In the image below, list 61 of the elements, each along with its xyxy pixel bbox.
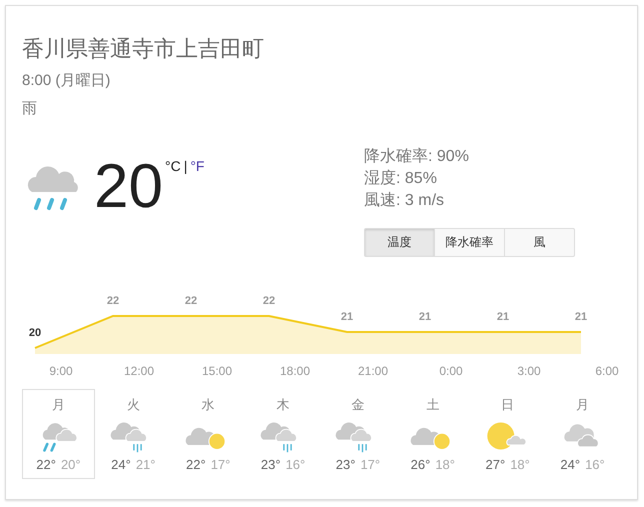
day-forecast[interactable]: 日 27° 18° [471, 389, 544, 479]
data-label: 20 [28, 327, 42, 340]
day-forecast[interactable]: 土 26° 18° [396, 389, 470, 479]
day-name: 金 [351, 396, 364, 414]
low-temperature: 16° [585, 457, 605, 472]
chart-tab[interactable]: 降水確率 [434, 228, 505, 257]
day-forecast[interactable]: 月 24° 16° [546, 389, 619, 479]
time-tick: 9:00 [48, 364, 74, 378]
high-temperature: 24° [560, 457, 580, 472]
fahrenheit-link[interactable]: °F [190, 158, 204, 174]
high-temperature: 22° [36, 457, 56, 472]
high-temperature: 27° [486, 457, 506, 472]
low-temperature: 18° [510, 457, 530, 472]
time-tick: 6:00 [594, 364, 620, 378]
unit-separator: | [184, 158, 188, 174]
time-tick: 0:00 [438, 364, 464, 378]
day-name: 日 [501, 396, 514, 414]
data-label: 22 [262, 295, 276, 308]
data-label: 22 [184, 295, 198, 308]
data-label: 21 [340, 311, 354, 324]
temperature-value: 20 [94, 152, 163, 222]
day-name: 月 [52, 396, 65, 414]
time-tick: 18:00 [278, 364, 312, 378]
high-temperature: 26° [410, 457, 430, 472]
day-forecast[interactable]: 火 24° 21° [96, 389, 170, 479]
weather-detail: 湿度: 85% [364, 168, 438, 189]
day-forecast[interactable]: 水 22° 17° [172, 389, 245, 479]
condition-label: 雨 [22, 99, 38, 119]
chart-tab[interactable]: 風 [504, 228, 575, 257]
celsius-link[interactable]: °C [164, 158, 181, 174]
low-temperature: 18° [435, 457, 455, 472]
time-tick: 12:00 [122, 364, 156, 378]
high-temperature: 23° [260, 457, 281, 472]
low-temperature: 16° [286, 457, 306, 472]
time-label: 8:00 (月曜日) [22, 71, 112, 91]
high-temperature: 22° [186, 457, 206, 472]
day-name: 土 [426, 396, 440, 414]
location-title: 香川県善通寺市上吉田町 [22, 35, 265, 63]
low-temperature: 21° [136, 457, 156, 472]
data-label: 21 [418, 311, 432, 324]
day-name: 月 [576, 396, 590, 414]
day-forecast[interactable]: 金 23° 17° [322, 389, 394, 479]
low-temperature: 17° [360, 457, 380, 472]
low-temperature: 20° [60, 457, 81, 472]
time-tick: 15:00 [200, 364, 234, 378]
time-tick: 3:00 [516, 364, 542, 378]
chart-tab[interactable]: 温度 [364, 228, 435, 257]
weather-detail: 降水確率: 90% [364, 146, 470, 167]
time-tick: 21:00 [356, 364, 390, 378]
day-name: 火 [126, 396, 140, 414]
day-forecast[interactable]: 木 23° 16° [246, 389, 320, 479]
high-temperature: 23° [336, 457, 356, 472]
day-name: 水 [202, 396, 215, 414]
day-name: 木 [276, 396, 290, 414]
high-temperature: 24° [111, 457, 131, 472]
data-label: 21 [496, 311, 510, 324]
weather-detail: 風速: 3 m/s [364, 190, 446, 211]
low-temperature: 17° [210, 457, 230, 472]
data-label: 22 [106, 295, 120, 308]
day-forecast[interactable]: 月 22° 20° [22, 389, 95, 479]
data-label: 21 [574, 311, 588, 324]
